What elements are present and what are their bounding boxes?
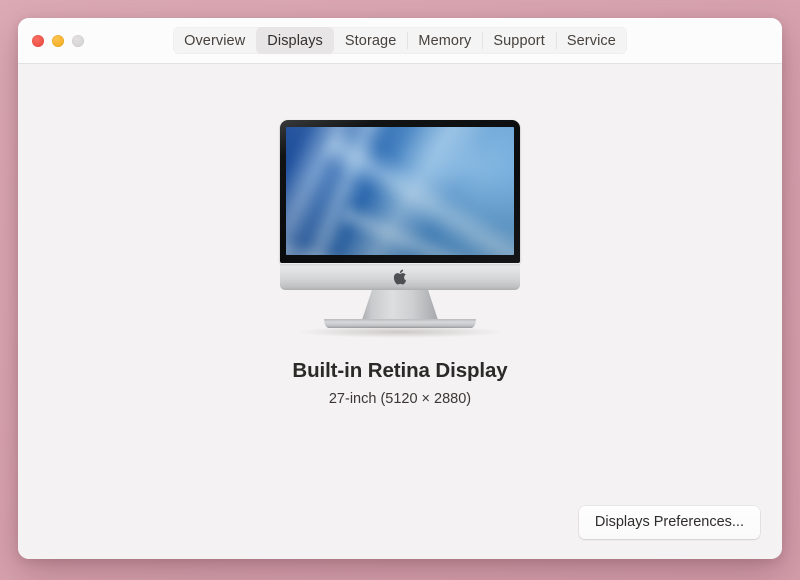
tab-storage[interactable]: Storage — [334, 27, 408, 54]
tab-bar: Overview Displays Storage Memory Support… — [173, 27, 627, 54]
minimize-button-icon[interactable] — [52, 34, 64, 47]
imac-chin — [280, 263, 520, 290]
tab-displays[interactable]: Displays — [256, 27, 334, 54]
displays-panel: Built-in Retina Display 27-inch (5120 × … — [18, 64, 782, 559]
zoom-button-icon[interactable] — [72, 34, 84, 47]
window-titlebar: Overview Displays Storage Memory Support… — [18, 18, 782, 64]
apple-logo-icon — [393, 269, 407, 284]
imac-icon — [280, 120, 520, 338]
tab-storage-label: Storage — [344, 32, 397, 49]
tab-displays-label: Displays — [267, 32, 323, 49]
tab-memory-label: Memory — [418, 32, 472, 49]
tab-service[interactable]: Service — [555, 27, 627, 54]
imac-drop-shadow — [295, 326, 505, 338]
imac-screen — [286, 127, 514, 255]
close-button-icon[interactable] — [32, 34, 44, 47]
panel-footer: Displays Preferences... — [578, 506, 760, 539]
tab-memory[interactable]: Memory — [407, 27, 482, 54]
display-info: Built-in Retina Display 27-inch (5120 × … — [18, 359, 782, 407]
display-name: Built-in Retina Display — [292, 359, 508, 382]
tab-overview-label: Overview — [184, 32, 246, 49]
displays-preferences-button[interactable]: Displays Preferences... — [578, 506, 760, 539]
imac-bezel — [280, 120, 520, 263]
desktop-background: Overview Displays Storage Memory Support… — [0, 0, 800, 580]
window-controls — [32, 18, 84, 63]
tab-support[interactable]: Support — [482, 27, 556, 54]
about-this-mac-window: Overview Displays Storage Memory Support… — [18, 18, 782, 559]
display-spec: 27-inch (5120 × 2880) — [328, 391, 472, 407]
tab-service-label: Service — [566, 32, 616, 49]
tab-overview[interactable]: Overview — [173, 27, 256, 54]
tab-support-label: Support — [493, 32, 545, 49]
screen-vignette — [286, 127, 514, 255]
device-illustration — [18, 120, 782, 338]
